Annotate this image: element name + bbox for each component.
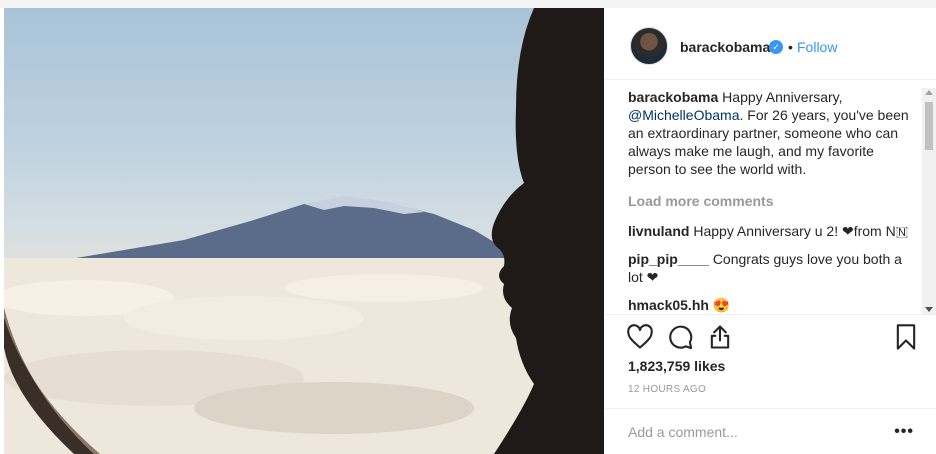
bookmark-icon[interactable] bbox=[892, 323, 922, 353]
likes-count[interactable]: 1,823,759 likes bbox=[628, 358, 725, 374]
comment-text: 😍 bbox=[712, 297, 731, 313]
cloud bbox=[194, 382, 474, 434]
caption: barackobama Happy Anniversary, @Michelle… bbox=[628, 88, 920, 178]
post-header: barackobama ✓ • Follow bbox=[604, 8, 936, 80]
verified-badge-icon: ✓ bbox=[769, 40, 783, 54]
follow-button[interactable]: Follow bbox=[797, 39, 837, 55]
comment-username[interactable]: pip_pip____ bbox=[628, 251, 709, 267]
cloud bbox=[284, 274, 484, 302]
top-strip bbox=[0, 0, 936, 8]
comment-text: Happy Anniversary u 2! ❤from N🇳 bbox=[693, 223, 909, 239]
mountain bbox=[64, 198, 504, 266]
caption-mention[interactable]: @MichelleObama bbox=[628, 107, 739, 123]
cloud bbox=[124, 296, 364, 340]
action-bar bbox=[604, 314, 936, 362]
post-sidebar: barackobama ✓ • Follow barackobama Happy… bbox=[604, 8, 936, 454]
photo-illustration bbox=[4, 8, 604, 454]
caption-username[interactable]: barackobama bbox=[628, 89, 718, 105]
load-more-comments-button[interactable]: Load more comments bbox=[628, 192, 920, 210]
separator-dot: • bbox=[788, 39, 793, 55]
comments-scrollbar[interactable] bbox=[922, 88, 936, 314]
comment-username[interactable]: livnuland bbox=[628, 223, 689, 239]
scroll-down-arrow-icon[interactable] bbox=[925, 307, 933, 312]
add-comment-input[interactable] bbox=[628, 423, 878, 441]
comment-icon[interactable] bbox=[666, 323, 696, 353]
avatar[interactable] bbox=[630, 27, 668, 65]
scroll-up-arrow-icon[interactable] bbox=[925, 90, 933, 95]
post-timestamp[interactable]: 12 HOURS AGO bbox=[628, 384, 706, 395]
heart-icon[interactable] bbox=[626, 323, 656, 353]
author-username[interactable]: barackobama bbox=[680, 39, 770, 55]
comment-item: pip_pip____ Congrats guys love you both … bbox=[628, 250, 920, 286]
comment-item: hmack05.hh 😍 bbox=[628, 296, 920, 314]
caption-text-pre: Happy Anniversary, bbox=[722, 89, 843, 105]
add-comment-bar: ••• bbox=[604, 408, 936, 454]
comment-username[interactable]: hmack05.hh bbox=[628, 297, 709, 313]
comments-list[interactable]: barackobama Happy Anniversary, @Michelle… bbox=[628, 88, 920, 316]
more-options-icon[interactable]: ••• bbox=[894, 423, 914, 441]
share-icon[interactable] bbox=[706, 323, 736, 353]
post-photo[interactable] bbox=[4, 8, 604, 454]
scroll-thumb[interactable] bbox=[925, 102, 933, 150]
comment-item: livnuland Happy Anniversary u 2! ❤from N… bbox=[628, 222, 920, 240]
